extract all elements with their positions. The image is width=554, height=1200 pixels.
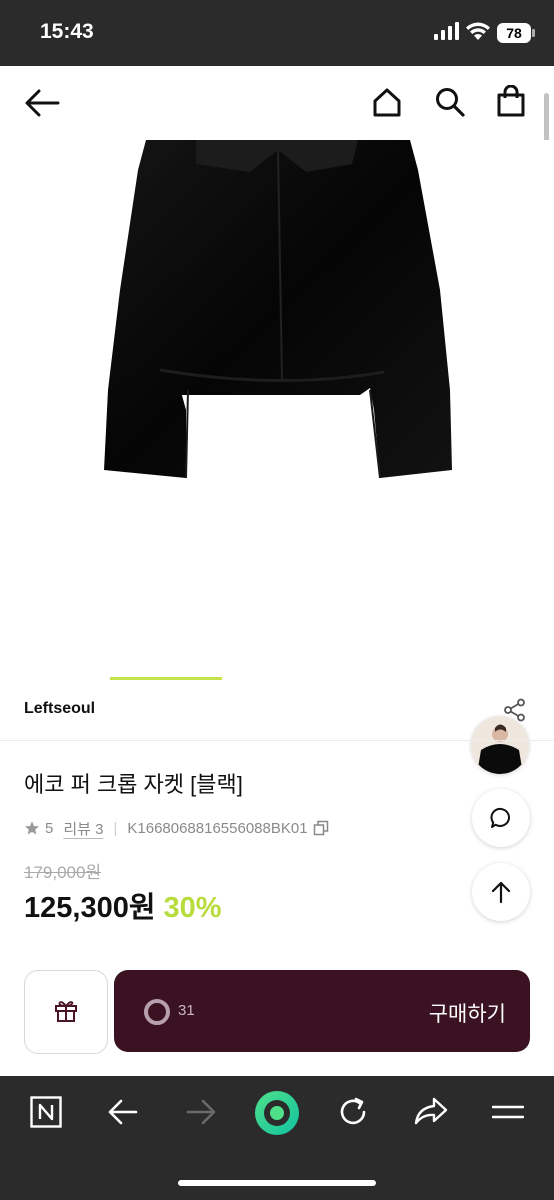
chat-button[interactable] [472,789,530,847]
browser-forward-icon[interactable] [186,1098,216,1126]
meta-separator: | [113,819,118,837]
home-icon[interactable] [372,87,402,117]
like-count: 31 [178,1002,195,1019]
section-divider [0,740,554,741]
jacket-image [104,140,452,479]
rating-value: 5 [45,819,54,837]
app-header [0,66,554,140]
arrow-up-icon [491,881,511,903]
sale-price: 125,300원 [24,892,156,924]
buy-label: 구매하기 [428,1003,506,1026]
browser-back-icon[interactable] [108,1098,138,1126]
green-dot-icon[interactable] [254,1090,300,1136]
refresh-icon[interactable] [337,1096,369,1128]
status-time: 15:43 [40,20,94,43]
product-image[interactable] [0,140,554,670]
brand-name[interactable]: Leftseoul [24,700,95,718]
home-indicator[interactable] [178,1180,376,1186]
battery-level: 78 [497,23,531,43]
status-bar: 15:43 78 [0,0,554,66]
back-arrow-icon[interactable] [24,88,60,118]
menu-icon[interactable] [492,1104,524,1120]
product-title: 에코 퍼 크롭 자켓 [블랙] [24,772,243,797]
buy-button[interactable]: 31 구매하기 [114,970,530,1052]
wifi-icon [466,22,490,40]
gift-button[interactable] [24,970,108,1054]
discount-rate: 30% [163,892,222,924]
scroll-top-button[interactable] [472,863,530,921]
original-price: 179,000원 [24,863,102,882]
share-forward-icon[interactable] [414,1096,448,1126]
battery-tip [532,29,535,37]
review-link[interactable]: 리뷰 3 [63,818,103,839]
chat-icon [490,807,510,828]
like-ring-icon[interactable] [144,999,170,1025]
star-icon [25,821,39,835]
product-code: K1668068816556088BK01 [127,819,308,837]
avatar-image [471,716,529,774]
naver-icon[interactable] [30,1096,62,1128]
price-row: 125,300원 30% [24,884,222,926]
cellular-signal-icon [434,22,459,40]
product-meta: 5 리뷰 3 | K1668068816556088BK01 [24,818,329,838]
gift-icon [55,1001,77,1022]
copy-icon[interactable] [313,820,329,836]
image-pager-indicator [110,677,222,680]
seller-avatar[interactable] [471,716,529,774]
search-icon[interactable] [434,86,466,118]
bag-icon[interactable] [496,85,526,117]
